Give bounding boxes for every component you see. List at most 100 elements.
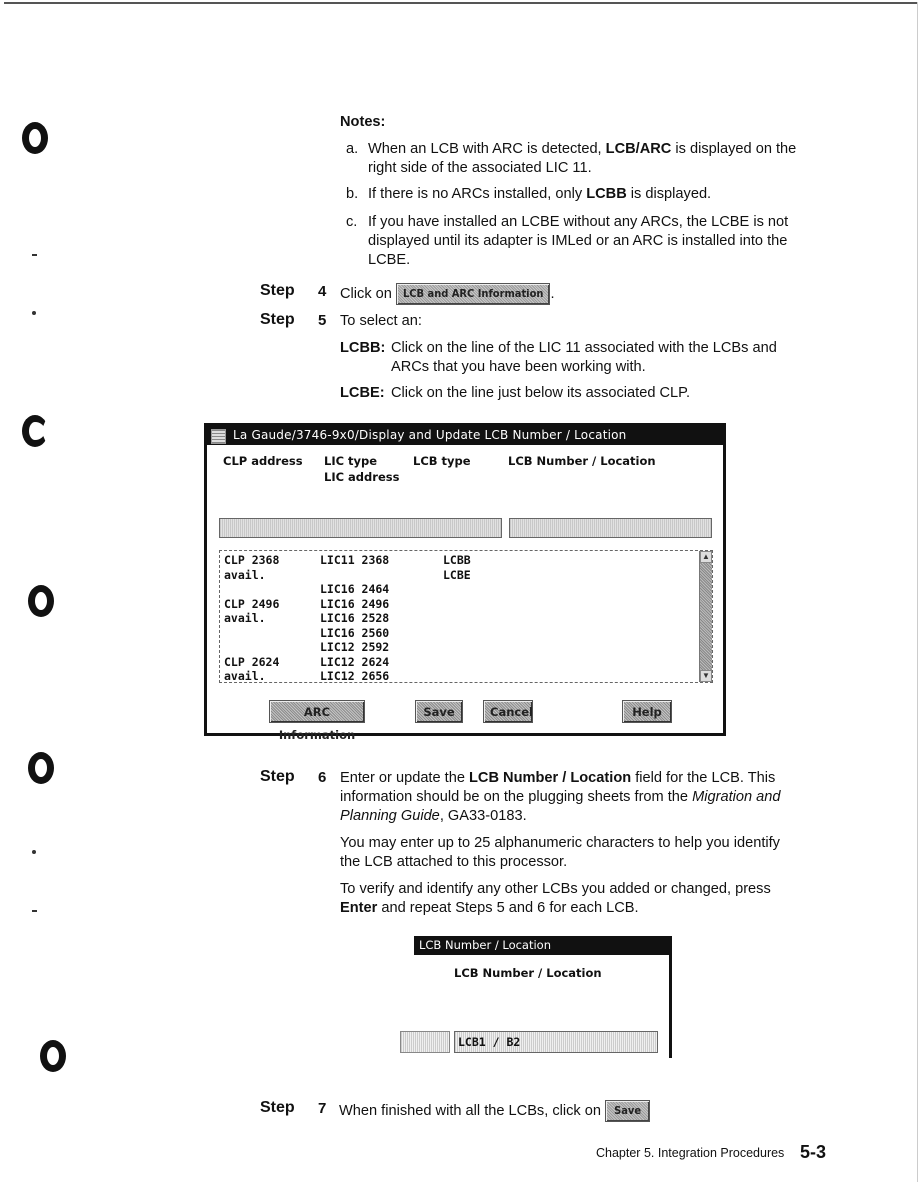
text-italic: Migration and (692, 789, 781, 805)
note-b: If there is no ARCs installed, only LCBB… (368, 185, 711, 204)
list-item[interactable]: avail. LIC12 2656 (224, 669, 694, 683)
list-item[interactable]: CLP 2368 LIC11 2368 LCBB (224, 553, 694, 568)
lic-list[interactable]: ▲ ▼ CLP 2368 LIC11 2368 LCBB avail. LCBE LIC1… (219, 550, 713, 683)
system-menu-icon[interactable] (211, 429, 226, 444)
page-number: 5-3 (800, 1142, 827, 1162)
notes-heading: Notes: (340, 114, 386, 130)
dialog-left-field[interactable] (400, 1031, 450, 1053)
speck-mark (32, 254, 37, 256)
step7-text: When finished with all the LCBs, click o… (339, 1100, 651, 1122)
lcbb-line2: ARCs that you have been working with. (391, 359, 646, 375)
note-b-marker: b. (346, 186, 359, 202)
text-bold: LCB Number / Location (469, 770, 632, 786)
step6-p3-line1: To verify and identify any other LCBs yo… (340, 881, 771, 897)
scroll-down-icon[interactable]: ▼ (700, 670, 712, 682)
lcbb-term: LCBB: (340, 340, 386, 356)
text: When finished with all the LCBs, click o… (339, 1102, 601, 1119)
list-item[interactable]: avail. LIC16 2528 (224, 611, 694, 626)
clp-cell: CLP 2496 (224, 596, 280, 611)
step6-p2-line2: the LCB attached to this processor. (340, 854, 568, 870)
note-c-line3: LCBE. (368, 252, 411, 268)
text: When an LCB with ARC is detected, (368, 141, 606, 157)
speck-mark (32, 311, 36, 315)
lcb-location-input[interactable] (509, 518, 712, 538)
note-c-line2: displayed until its adapter is IMLed or … (368, 233, 788, 249)
step6-line1: Enter or update the LCB Number / Locatio… (340, 769, 775, 788)
lic-cell: LIC16 2464 (320, 582, 390, 596)
save-button[interactable]: Save (605, 1100, 651, 1122)
step-label: Step (260, 311, 295, 328)
text: and repeat Steps 5 and 6 for each LCB. (377, 900, 639, 916)
col-header-clp-address: CLP address (223, 454, 303, 468)
save-button[interactable]: Save (415, 700, 463, 723)
clp-cell: CLP 2624 (224, 654, 280, 669)
list-item[interactable]: CLP 2624 LIC12 2624 (224, 655, 694, 670)
lcb-type-cell: LCBB (443, 553, 471, 567)
lic-cell: LIC16 2560 (320, 625, 390, 640)
lic-cell: LIC16 2496 (320, 596, 390, 611)
text: . (550, 285, 555, 302)
text: , GA33-0183. (439, 808, 527, 824)
text: If there is no ARCs installed, only (368, 186, 587, 202)
window-titlebar[interactable]: La Gaude/3746-9x0/Display and Update LCB… (207, 426, 723, 445)
clp-cell: avail. (224, 567, 266, 582)
text: is displayed. (626, 186, 712, 202)
scroll-up-icon[interactable]: ▲ (700, 551, 712, 563)
note-a: When an LCB with ARC is detected, LCB/AR… (368, 140, 796, 159)
step6-p3-line2: Enter and repeat Steps 5 and 6 for each … (340, 899, 639, 918)
note-a-line2: right side of the associated LIC 11. (368, 160, 592, 176)
step-label: Step (260, 282, 295, 299)
lic-cell: LIC11 2368 (320, 553, 390, 567)
lcb-number-location-dialog: LCB Number / Location LCB Number / Locat… (400, 936, 672, 1058)
selected-entry-field[interactable] (219, 518, 502, 538)
text: information should be on the plugging sh… (340, 789, 693, 805)
col-header-lcb-type: LCB type (413, 454, 471, 468)
list-item[interactable]: LIC16 2560 (224, 626, 694, 641)
punch-hole-icon (22, 122, 48, 154)
note-c-marker: c. (346, 214, 358, 230)
lcb-arc-information-button[interactable]: LCB and ARC Information (395, 283, 551, 305)
step6-line2: information should be on the plugging sh… (340, 788, 781, 807)
speck-mark (32, 910, 37, 912)
clp-cell: avail. (224, 669, 266, 683)
text-italic: Planning Guide (340, 808, 440, 824)
step-label: Step (260, 768, 295, 785)
lic-cell: LIC12 2592 (320, 640, 390, 654)
lcbe-term: LCBE: (340, 385, 385, 401)
punch-hole-icon (40, 1040, 66, 1072)
list-item[interactable]: CLP 2496 LIC16 2496 (224, 597, 694, 612)
arc-information-button[interactable]: ARC Information (269, 700, 365, 742)
lic-cell: LIC16 2528 (320, 611, 390, 625)
text: Enter or update the (340, 770, 469, 786)
cancel-button[interactable]: Cancel (483, 700, 533, 723)
clp-cell: CLP 2368 (224, 553, 280, 567)
chapter-footer: Chapter 5. Integration Procedures (596, 1146, 785, 1160)
step-number: 5 (318, 312, 327, 329)
text: Click on (340, 285, 392, 302)
punch-hole-icon (28, 752, 54, 784)
list-scrollbar[interactable]: ▲ ▼ (699, 551, 712, 682)
lcbb-line1: Click on the line of the LIC 11 associat… (391, 340, 777, 356)
note-c-line1: If you have installed an LCBE without an… (368, 214, 789, 230)
lcb-location-input[interactable]: LCB1 / B2 (454, 1031, 658, 1053)
step-number: 6 (318, 769, 327, 786)
text-bold: LCBB (586, 186, 627, 202)
speck-mark (32, 850, 36, 854)
col-header-lcb-location: LCB Number / Location (508, 454, 656, 468)
step6-line3: Planning Guide, GA33-0183. (340, 807, 527, 826)
col-header-lic-address: LIC address (324, 470, 400, 484)
list-item[interactable]: LIC12 2592 (224, 640, 694, 655)
list-item[interactable]: avail. LCBE (224, 568, 694, 583)
step-number: 7 (318, 1100, 327, 1117)
dialog-titlebar[interactable]: LCB Number / Location (414, 936, 669, 955)
clp-cell: avail. (224, 611, 266, 625)
punch-hole-icon (22, 415, 48, 447)
text: is displayed on the (671, 141, 797, 157)
lic-cell: LIC12 2656 (320, 669, 390, 683)
help-button[interactable]: Help (622, 700, 672, 723)
page-top-edge (4, 2, 918, 4)
lcb-type-cell: LCBE (443, 567, 471, 582)
list-item[interactable]: LIC16 2464 (224, 582, 694, 597)
col-header-lic-type: LIC type (324, 454, 378, 468)
dialog-field-label: LCB Number / Location (454, 966, 602, 980)
